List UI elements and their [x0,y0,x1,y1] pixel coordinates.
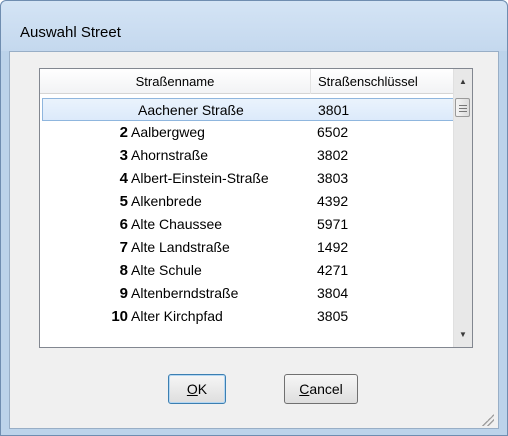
list-row[interactable]: 8 Alte Schule 4271 [40,259,454,282]
thumb-grip-line [459,105,467,106]
street-name-cell: Alte Chaussee [131,216,223,232]
row-number: 2 [119,124,128,141]
ok-mnemonic: O [186,381,198,397]
street-name-cell: Alte Landstraße [131,239,230,255]
street-list[interactable]: Straßenname Straßenschlüssel Aachener St… [39,68,473,348]
vertical-scrollbar[interactable]: ▲ ▼ [453,69,472,347]
street-name-cell: Alte Schule [131,262,202,278]
resize-grip-icon[interactable] [482,414,494,426]
cancel-label-rest: ancel [309,381,343,397]
list-header: Straßenname Straßenschlüssel [40,69,454,94]
row-number: 10 [111,308,128,325]
list-row[interactable]: 6 Alte Chaussee 5971 [40,213,454,236]
street-key-cell: 3801 [318,102,350,118]
window-title: Auswahl Street [20,24,121,41]
street-key-cell: 1492 [317,239,349,255]
street-key-cell: 6502 [317,124,349,140]
list-row[interactable]: 5 Alkenbrede 4392 [40,190,454,213]
row-number: 4 [119,170,128,187]
street-name-cell: Aachener Straße [138,102,244,118]
street-key-cell: 3802 [317,147,349,163]
ok-label-rest: K [197,381,208,397]
row-number: 3 [119,147,128,164]
row-number: 8 [119,262,128,279]
scroll-down-icon[interactable]: ▼ [454,326,472,343]
row-number: 7 [119,239,128,256]
list-row-selected[interactable]: Aachener Straße 3801 [42,98,466,121]
ok-button[interactable]: OK [168,374,226,404]
street-key-cell: 4392 [317,193,349,209]
thumb-grip-line [459,108,467,109]
scroll-thumb[interactable] [455,98,470,117]
list-rows: Aachener Straße 3801 2 Aalbergweg 6502 3 Ahorn… [40,98,466,328]
title-bar[interactable]: Auswahl Street [1,1,507,51]
column-header-street-name[interactable]: Straßenname [40,69,311,94]
street-key-cell: 3804 [317,285,349,301]
list-row[interactable]: 3 Ahornstraße 3802 [40,144,454,167]
column-header-street-key[interactable]: Straßenschlüssel [312,69,454,94]
dialog-client-area: Straßenname Straßenschlüssel Aachener St… [9,51,499,429]
street-name-cell: Altenberndstraße [131,285,239,301]
cancel-mnemonic: C [299,381,310,397]
list-row[interactable]: 2 Aalbergweg 6502 [40,121,454,144]
street-key-cell: 3805 [317,308,349,324]
cancel-button[interactable]: Cancel [284,374,358,404]
scroll-up-icon[interactable]: ▲ [454,73,472,90]
street-key-cell: 4271 [317,262,349,278]
list-row[interactable]: 10 Alter Kirchpfad 3805 [40,305,454,328]
dialog-window: Auswahl Street Straßenname Straßenschlüs… [0,0,508,436]
row-number: 9 [119,285,128,302]
row-number: 5 [119,193,128,210]
list-row[interactable]: 9 Altenberndstraße 3804 [40,282,454,305]
list-row[interactable]: 4 Albert-Einstein-Straße 3803 [40,167,454,190]
row-number: 6 [119,216,128,233]
street-name-cell: Alkenbrede [131,193,202,209]
street-name-cell: Albert-Einstein-Straße [131,170,269,186]
street-key-cell: 5971 [317,216,349,232]
thumb-grip-line [459,111,467,112]
street-name-cell: Alter Kirchpfad [131,308,223,324]
street-name-cell: Ahornstraße [131,147,209,163]
list-row[interactable]: 7 Alte Landstraße 1492 [40,236,454,259]
street-name-cell: Aalbergweg [131,124,205,140]
street-key-cell: 3803 [317,170,349,186]
